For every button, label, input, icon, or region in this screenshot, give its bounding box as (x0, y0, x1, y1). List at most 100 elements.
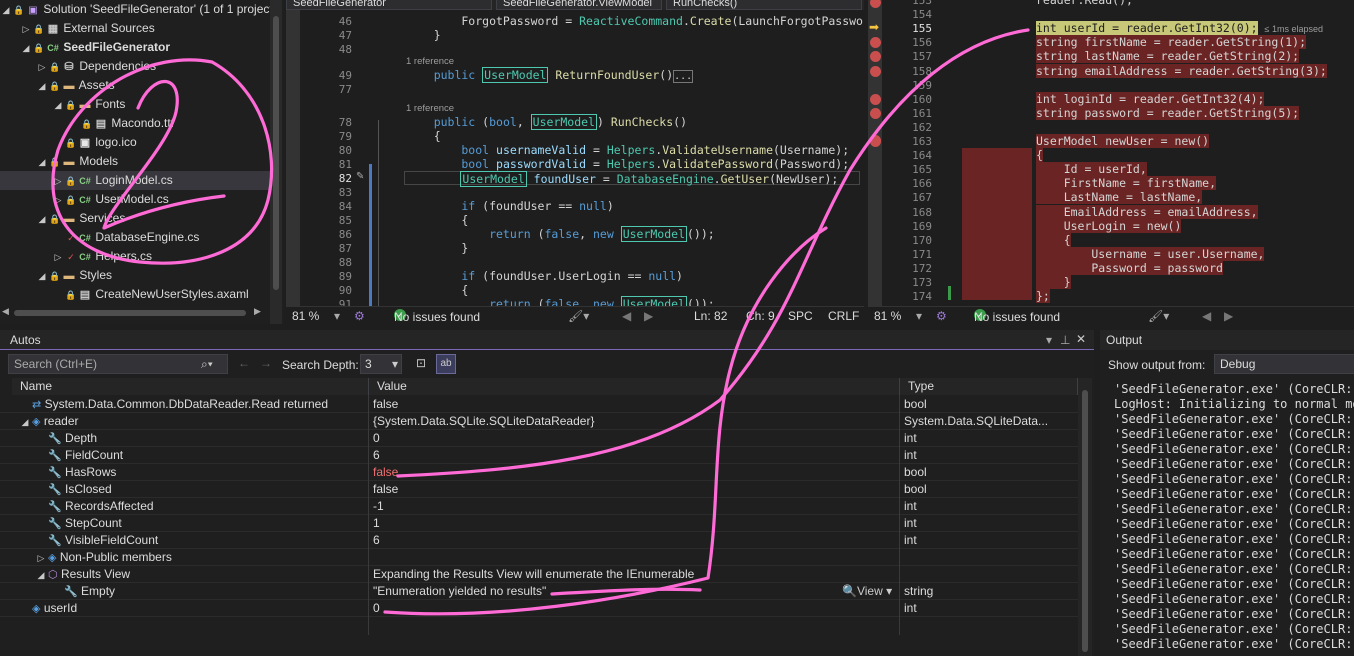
breakpoint-icon[interactable] (870, 135, 881, 146)
code-line[interactable]: string emailAddress = reader.GetString(3… (1036, 63, 1327, 78)
code-line[interactable]: int userId = reader.GetInt32(0); ≤ 1ms e… (1036, 21, 1323, 36)
autos-row[interactable]: ⇄ System.Data.Common.DbDataReader.Read r… (0, 396, 1078, 413)
variable-value[interactable]: {System.Data.SQLite.SQLiteDataReader} (373, 413, 594, 430)
collapse-icon[interactable]: ◢ (52, 96, 64, 115)
expand-icon[interactable]: ▷ (52, 172, 64, 191)
tree-item[interactable]: 🔒 ▤ CreateNewUserStyles.axaml (0, 285, 276, 304)
autos-row[interactable]: 🔧 StepCount 1 int (0, 515, 1078, 532)
collapse-icon[interactable]: ◢ (36, 153, 48, 172)
tree-item[interactable]: ◢ 🔒 ▬ Models (0, 152, 276, 171)
tree-item[interactable]: ◢ 🔒 ▬ Styles (0, 266, 276, 285)
breakpoint-icon[interactable] (870, 93, 881, 105)
expand-icon[interactable]: ▷ (36, 58, 48, 77)
variable-value[interactable]: false (373, 396, 398, 413)
expand-icon[interactable]: ▷ (52, 191, 64, 210)
autos-row[interactable]: 🔧 HasRows false bool (0, 464, 1078, 481)
code-line[interactable]: UserModel foundUser = DatabaseEngine.Get… (404, 171, 860, 187)
tree-item[interactable]: ▷ 🔒 ⛁ Dependencies (0, 57, 276, 76)
code-line[interactable]: } (406, 28, 441, 42)
tree-item[interactable]: ▷ ✓ C# Helpers.cs (0, 247, 276, 266)
code-line[interactable]: { (406, 213, 468, 227)
project-dropdown[interactable]: SeedFileGenerator (286, 0, 492, 10)
pin-icon[interactable]: ⊥ (1060, 333, 1070, 347)
tree-item[interactable]: ◢ 🔒 ▬ Fonts (0, 95, 276, 114)
collapse-icon[interactable]: ◢ (36, 77, 48, 96)
nav-forward-icon[interactable]: ▶ (644, 308, 653, 324)
tree-item[interactable]: ◢ 🔒 ▬ Services (0, 209, 276, 228)
tree-item[interactable]: 🔒 ▤ Macondo.ttf (0, 114, 276, 133)
tree-item[interactable]: ▷ 🔒 C# UserModel.cs (0, 190, 276, 209)
zoom-level[interactable]: 81 % (292, 308, 319, 324)
autos-row[interactable]: 🔧 Depth 0 int (0, 430, 1078, 447)
code-line[interactable]: { (1036, 148, 1043, 163)
tree-item[interactable]: 🔒 ▣ logo.ico (0, 133, 276, 152)
column-name[interactable]: Name (12, 378, 369, 395)
autos-row[interactable]: ◈ userId 0 int (0, 600, 1078, 617)
code-line[interactable]: FirstName = firstName, (1036, 176, 1217, 191)
code-line[interactable]: EmailAddress = emailAddress, (1036, 204, 1258, 219)
hex-display-icon[interactable]: ab (436, 354, 456, 374)
search-depth-select[interactable]: 3 ▾ (360, 354, 402, 374)
variable-value[interactable]: 1 (373, 515, 380, 532)
brush-icon[interactable]: 🖌▾ (568, 308, 589, 324)
code-line[interactable]: Username = user.Username, (1036, 246, 1265, 261)
code-line[interactable]: public (bool, UserModel) RunChecks() (406, 114, 687, 130)
variable-value[interactable]: "Enumeration yielded no results" (373, 583, 546, 600)
collapse-icon[interactable]: ◢ (34, 567, 48, 584)
vertical-scrollbar[interactable] (1078, 378, 1092, 656)
code-line[interactable]: { (406, 129, 441, 143)
code-line[interactable]: } (1036, 275, 1071, 289)
zoom-dropdown-icon[interactable]: ▾ (334, 308, 340, 324)
code-line[interactable]: UserLogin = new() (1036, 218, 1182, 233)
collapse-icon[interactable]: ◢ (18, 414, 32, 431)
autos-row[interactable]: ◢ ◈ reader {System.Data.SQLite.SQLiteDataR… (0, 413, 1078, 430)
breakpoint-gutter[interactable] (286, 10, 300, 306)
line-ending-indicator[interactable]: CRLF (828, 308, 859, 324)
forward-arrow-icon[interactable]: → (260, 356, 272, 370)
close-icon[interactable]: ✕ (1076, 332, 1086, 346)
code-line[interactable]: Password = password (1036, 260, 1223, 275)
zoom-level[interactable]: 81 % (874, 308, 901, 324)
autos-row[interactable]: 🔧 VisibleFieldCount 6 int (0, 532, 1078, 549)
tree-item[interactable]: ▷ 🔒 ▦ External Sources (0, 19, 276, 38)
dropdown-icon[interactable]: ▾ (1046, 333, 1052, 347)
autos-row[interactable]: 🔧 RecordsAffected -1 int (0, 498, 1078, 515)
collapse-icon[interactable]: ◢ (36, 267, 48, 286)
column-value[interactable]: Value (369, 378, 900, 395)
breakpoint-icon[interactable] (870, 107, 881, 119)
code-line[interactable]: if (foundUser.UserLogin == null) (406, 269, 683, 283)
code-line[interactable]: LastName = lastName, (1036, 190, 1203, 205)
autos-row[interactable]: 🔧 FieldCount 6 int (0, 447, 1078, 464)
code-line[interactable]: UserModel newUser = new() (1036, 134, 1210, 148)
code-line[interactable]: int loginId = reader.GetInt32(4); (1036, 91, 1265, 106)
search-input[interactable]: Search (Ctrl+E) ⌕▾ (8, 354, 228, 374)
solution-root[interactable]: ◢ 🔒 ▣ Solution 'SeedFileGenerator' (1 of 1… (0, 0, 276, 19)
variable-value[interactable]: false (373, 481, 398, 498)
code-line[interactable]: Id = userId, (1036, 162, 1147, 177)
nav-back-icon[interactable]: ◀ (622, 308, 631, 324)
variable-value[interactable]: 6 (373, 447, 380, 464)
variable-value[interactable]: 0 (373, 600, 380, 617)
vertical-scrollbar[interactable] (270, 0, 282, 324)
nav-back-icon[interactable]: ◀ (1202, 308, 1211, 324)
column-type[interactable]: Type (900, 378, 1078, 395)
execution-pointer-icon[interactable]: ➡ (869, 20, 879, 34)
code-line[interactable]: { (406, 283, 468, 297)
tree-item[interactable]: ◢ 🔒 C# SeedFileGenerator (0, 38, 276, 57)
code-line[interactable]: ForgotPassword = ReactiveCommand.Create(… (406, 14, 864, 28)
variable-value[interactable]: 0 (373, 430, 380, 447)
perf-tip[interactable]: ≤ 1ms elapsed (1265, 24, 1323, 34)
code-line[interactable]: { (1036, 232, 1071, 247)
code-line[interactable]: return (false, new UserModel ()); (406, 226, 715, 242)
variable-value[interactable]: -1 (373, 498, 384, 515)
code-editor-main[interactable]: SeedFileGenerator SeedFileGenerator.View… (286, 0, 864, 324)
tree-item[interactable]: ✓ C# DatabaseEngine.cs (0, 228, 276, 247)
code-line[interactable]: public UserModel ReturnFoundUser()... (406, 67, 694, 83)
variable-value[interactable]: 6 (373, 532, 380, 549)
code-editor-secondary[interactable]: 153 reader.Read(); 154 155 ➡ int userId = rea… (868, 0, 1354, 324)
expand-icon[interactable]: ▷ (34, 550, 48, 567)
tree-item[interactable]: ◢ 🔒 ▬ Assets (0, 76, 276, 95)
code-line[interactable]: }; (1036, 289, 1050, 304)
variable-value[interactable]: Expanding the Results View will enumerat… (373, 566, 694, 583)
brush-icon[interactable]: 🖌▾ (1148, 308, 1169, 324)
